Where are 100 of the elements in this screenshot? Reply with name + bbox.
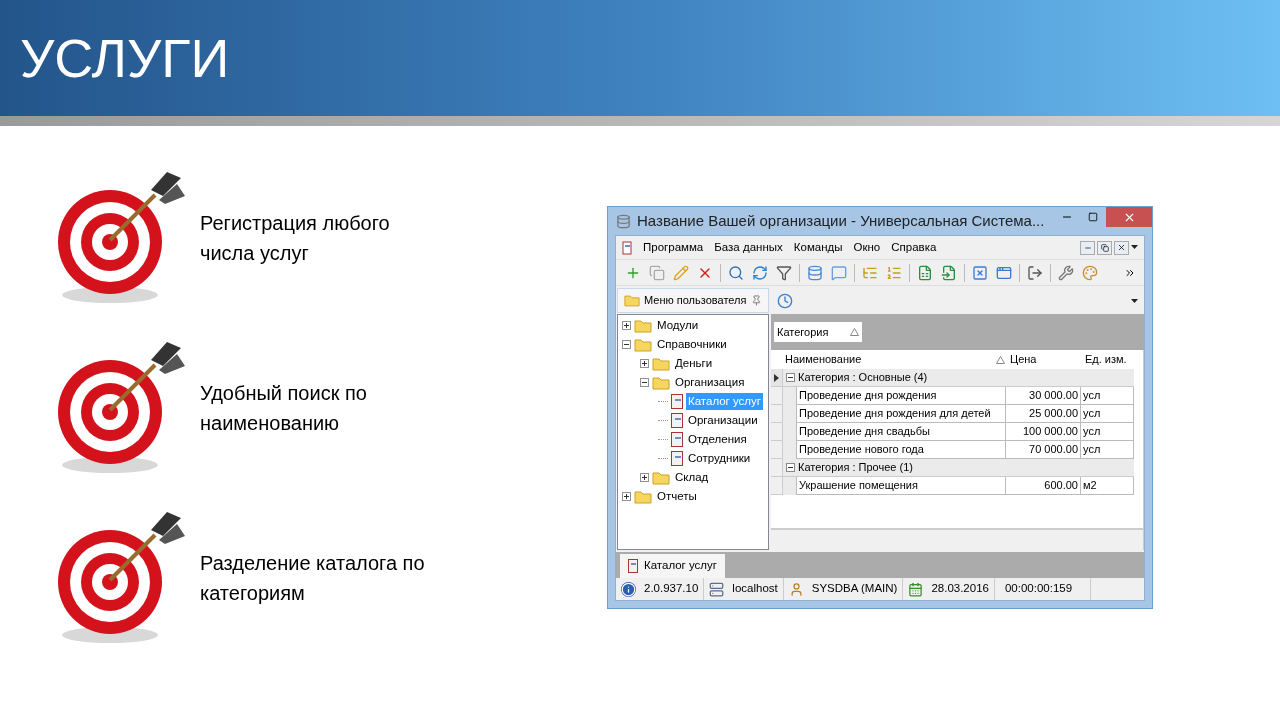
row-indicator-cell[interactable] bbox=[771, 441, 783, 459]
feature-text: Удобный поиск по наименованию bbox=[200, 380, 367, 436]
window-icon bbox=[996, 264, 1012, 281]
restore-button[interactable] bbox=[1097, 240, 1112, 255]
grip-icon bbox=[622, 240, 632, 255]
tree-item[interactable]: Склад bbox=[673, 468, 711, 487]
window-title: Название Вашей организации - Универсальная Система... bbox=[637, 210, 1045, 231]
close-icon bbox=[1117, 243, 1126, 252]
expand-toggle[interactable] bbox=[622, 321, 631, 330]
feature-text: Регистрация любого числа услуг bbox=[200, 210, 390, 266]
document-icon bbox=[671, 451, 683, 466]
collapse-toggle[interactable] bbox=[640, 378, 649, 387]
column-header[interactable]: Наименование bbox=[783, 350, 1008, 369]
collapse-toggle[interactable] bbox=[786, 463, 795, 472]
tree-item[interactable]: Организации bbox=[686, 411, 760, 430]
pin-icon[interactable] bbox=[751, 295, 762, 306]
table-cell: 30 000.00 bbox=[1006, 387, 1081, 405]
tree-item[interactable]: Деньги bbox=[673, 354, 715, 373]
group-row[interactable]: Категория : Прочее (1) bbox=[783, 459, 1134, 477]
row-indicator-cell[interactable] bbox=[771, 459, 783, 477]
row-indicator-cell[interactable] bbox=[771, 423, 783, 441]
list-icon bbox=[886, 264, 902, 281]
table-cell: 600.00 bbox=[1006, 477, 1081, 495]
restore-icon bbox=[1100, 243, 1109, 252]
caret-icon bbox=[1131, 298, 1138, 304]
folder-icon bbox=[652, 470, 670, 485]
info-icon bbox=[621, 581, 636, 597]
tree-item[interactable]: Организация bbox=[673, 373, 747, 392]
caret-icon bbox=[1131, 245, 1138, 250]
row-indicator-cell[interactable] bbox=[771, 369, 783, 387]
toolbar-button[interactable] bbox=[775, 263, 793, 282]
tree-item[interactable]: Отчеты bbox=[655, 487, 699, 506]
feature-text: Разделение каталога по категориям bbox=[200, 550, 425, 606]
slide-title: УСЛУГИ bbox=[20, 31, 230, 85]
table-cell: усл bbox=[1081, 405, 1134, 423]
toolbar-button[interactable] bbox=[1057, 263, 1075, 282]
window-close-icon bbox=[972, 264, 988, 281]
row-indicator-cell[interactable] bbox=[771, 477, 783, 495]
folder-icon bbox=[652, 356, 670, 371]
expand-toggle[interactable] bbox=[640, 359, 649, 368]
app-icon bbox=[616, 213, 631, 229]
spreadsheet-import-icon bbox=[941, 264, 957, 281]
toolbar-button[interactable] bbox=[971, 263, 989, 282]
toolbar-button[interactable] bbox=[727, 263, 745, 282]
toolbar-button[interactable] bbox=[940, 263, 958, 282]
status-text: SYSDBA (MAIN) bbox=[811, 581, 898, 597]
menu-item[interactable]: База данных bbox=[714, 238, 783, 257]
table-cell: Проведение дня рождения для детей bbox=[796, 405, 1006, 423]
document-icon bbox=[628, 559, 638, 573]
menu-item[interactable]: Окно bbox=[853, 238, 881, 257]
maximize-icon bbox=[1088, 212, 1098, 222]
dart-target-icon bbox=[55, 510, 187, 645]
table-cell: усл bbox=[1081, 423, 1134, 441]
dart-target-icon bbox=[55, 340, 187, 475]
palette-icon bbox=[1082, 264, 1098, 281]
database-icon bbox=[807, 264, 823, 281]
toolbar-button[interactable] bbox=[806, 263, 824, 282]
expand-toggle[interactable] bbox=[640, 473, 649, 482]
group-indent bbox=[783, 477, 796, 495]
column-header[interactable]: Ед. изм. bbox=[1083, 350, 1136, 369]
close-button[interactable] bbox=[1114, 240, 1129, 255]
group-row[interactable]: Категория : Основные (4) bbox=[783, 369, 1134, 387]
group-by-chip[interactable]: Категория bbox=[774, 322, 863, 342]
speech-bubble-icon bbox=[831, 264, 847, 281]
tools-icon bbox=[1058, 264, 1074, 281]
dart-target-icon bbox=[55, 170, 187, 305]
column-header[interactable]: Цена bbox=[1008, 350, 1083, 369]
exit-icon bbox=[1027, 264, 1043, 281]
folder-icon bbox=[652, 375, 670, 390]
filter-icon bbox=[776, 264, 792, 281]
minimize-button[interactable] bbox=[1080, 240, 1095, 255]
user-icon bbox=[788, 581, 804, 597]
table-cell: Проведение дня рождения bbox=[796, 387, 1006, 405]
tree-item[interactable]: Отделения bbox=[686, 430, 749, 449]
copy-icon bbox=[649, 264, 665, 281]
pencil-icon bbox=[673, 264, 689, 281]
tree-item[interactable]: Модули bbox=[655, 316, 701, 335]
row-indicator-cell[interactable] bbox=[771, 387, 783, 405]
toolbar-button[interactable] bbox=[1026, 263, 1044, 282]
collapse-toggle[interactable] bbox=[786, 373, 795, 382]
expand-toggle[interactable] bbox=[622, 492, 631, 501]
current-row-icon bbox=[774, 373, 779, 382]
toolbar-button[interactable] bbox=[916, 263, 934, 282]
group-indent bbox=[783, 387, 796, 405]
panel-title: Меню пользователя bbox=[644, 293, 747, 309]
refresh-icon bbox=[752, 264, 768, 281]
tree-item[interactable]: Справочники bbox=[655, 335, 729, 354]
menu-item[interactable]: Программа bbox=[643, 238, 704, 257]
collapse-toggle[interactable] bbox=[622, 340, 631, 349]
tree-item[interactable]: Сотрудники bbox=[686, 449, 753, 468]
status-text: 2.0.937.10 bbox=[644, 581, 699, 597]
table-cell: 25 000.00 bbox=[1006, 405, 1081, 423]
document-tab[interactable]: Каталог услуг bbox=[620, 554, 726, 578]
menu-item[interactable]: Команды bbox=[793, 238, 843, 257]
menu-item[interactable]: Справка bbox=[891, 238, 937, 257]
document-icon bbox=[671, 432, 683, 447]
clock-icon[interactable] bbox=[777, 293, 793, 309]
calendar-icon bbox=[908, 581, 924, 597]
toolbar-button[interactable] bbox=[751, 263, 769, 282]
row-indicator-cell[interactable] bbox=[771, 405, 783, 423]
